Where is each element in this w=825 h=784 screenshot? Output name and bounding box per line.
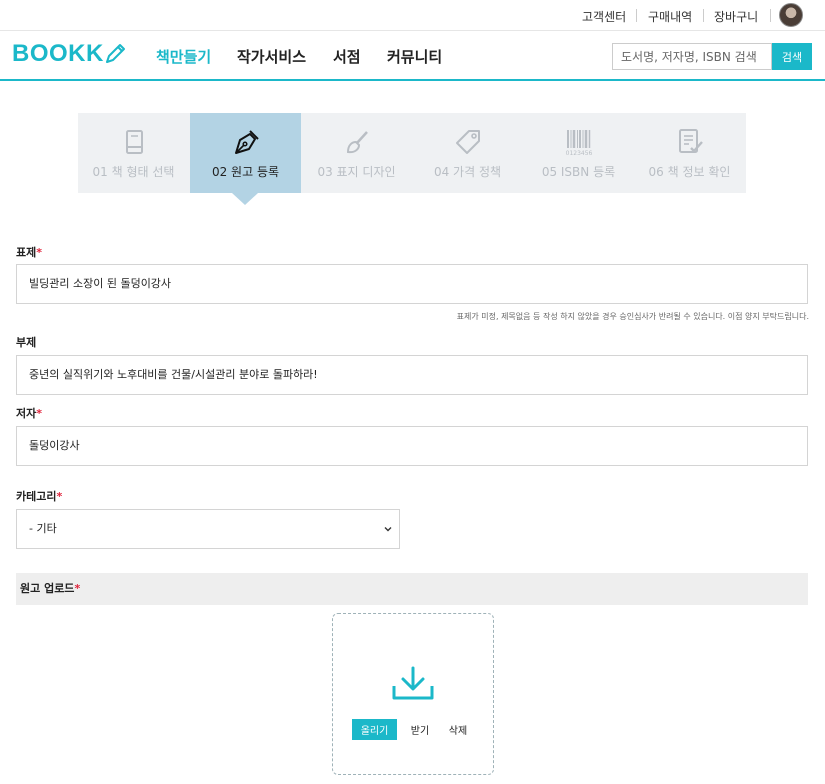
upload-label-text: 원고 업로드	[20, 582, 75, 595]
search-button[interactable]: 검색	[772, 43, 812, 70]
author-field[interactable]: 돌덩이강사	[16, 426, 808, 466]
divider	[636, 9, 637, 22]
subtitle-label: 부제	[16, 336, 37, 349]
step-book-info[interactable]: 06 책 정보 확인	[634, 113, 745, 193]
book-icon	[125, 130, 143, 154]
logo-pencil-icon	[106, 44, 125, 63]
step-label: 06 책 정보 확인	[648, 165, 731, 179]
customer-center-link[interactable]: 고객센터	[582, 8, 626, 25]
required-mark: *	[36, 407, 43, 420]
price-tag-icon	[455, 130, 480, 154]
category-selected-value: - 기타	[29, 522, 57, 535]
step-label: 01 책 형태 선택	[92, 165, 175, 179]
author-label-text: 저자	[16, 407, 37, 420]
nav-author-service[interactable]: 작가서비스	[237, 46, 306, 67]
upload-button[interactable]: 올리기	[352, 719, 397, 740]
divider	[770, 9, 771, 22]
search-input[interactable]	[612, 43, 772, 70]
step-pricing[interactable]: 04 가격 정책	[412, 113, 523, 193]
download-icon	[392, 666, 434, 700]
delete-button[interactable]: 삭제	[443, 719, 473, 740]
main-header: BOOKK 책만들기 작가서비스 서점 커뮤니티 검색	[0, 31, 825, 81]
category-label: 카테고리*	[16, 488, 62, 504]
step-label: 02 원고 등록	[211, 165, 280, 179]
step-manuscript[interactable]: 02 원고 등록	[190, 113, 301, 205]
step-label: 03 표지 디자인	[317, 165, 396, 179]
required-mark: *	[56, 490, 63, 503]
upload-dropzone[interactable]: 올리기 받기 삭제	[332, 613, 494, 775]
checklist-icon	[678, 129, 703, 153]
title-field[interactable]: 빌딩관리 소장이 된 돌덩이강사	[16, 264, 808, 304]
barcode-icon: 0123456	[565, 130, 592, 157]
category-label-text: 카테고리	[16, 490, 57, 503]
nav-make-book[interactable]: 책만들기	[156, 46, 211, 67]
step-progress: 01 책 형태 선택 02 원고 등록 03 표지 디자인 04 가격 정책 0…	[78, 113, 746, 205]
nav-community[interactable]: 커뮤니티	[387, 46, 442, 67]
step-isbn[interactable]: 0123456 05 ISBN 등록	[523, 113, 634, 193]
purchase-history-link[interactable]: 구매내역	[648, 8, 692, 25]
upload-section-header: 원고 업로드*	[16, 573, 808, 605]
cart-link[interactable]: 장바구니	[714, 8, 758, 25]
author-label: 저자*	[16, 405, 42, 421]
brush-icon	[346, 131, 368, 154]
step-label: 05 ISBN 등록	[541, 165, 616, 179]
subtitle-field[interactable]: 중년의 실직위기와 노후대비를 건물/시설관리 분야로 돌파하라!	[16, 355, 808, 395]
chevron-down-icon	[384, 527, 392, 532]
title-label: 표제*	[16, 244, 42, 260]
step-book-format[interactable]: 01 책 형태 선택	[78, 113, 189, 193]
required-mark: *	[36, 246, 43, 259]
logo[interactable]: BOOKK	[12, 40, 104, 68]
step-label: 04 가격 정책	[433, 165, 502, 179]
nav-bookstore[interactable]: 서점	[333, 46, 361, 67]
pen-nib-icon	[234, 130, 259, 154]
category-select[interactable]: - 기타	[16, 509, 400, 549]
title-label-text: 표제	[16, 246, 37, 259]
avatar[interactable]	[779, 3, 803, 27]
divider	[703, 9, 704, 22]
title-hint: 표제가 미정, 제목없음 등 작성 하지 않았을 경우 승인심사가 반려될 수 …	[456, 312, 809, 321]
required-mark: *	[74, 582, 81, 595]
barcode-digits: 0123456	[565, 150, 592, 157]
step-cover-design[interactable]: 03 표지 디자인	[301, 113, 412, 193]
utility-bar: 고객센터 구매내역 장바구니	[0, 0, 825, 31]
download-button[interactable]: 받기	[405, 719, 435, 740]
